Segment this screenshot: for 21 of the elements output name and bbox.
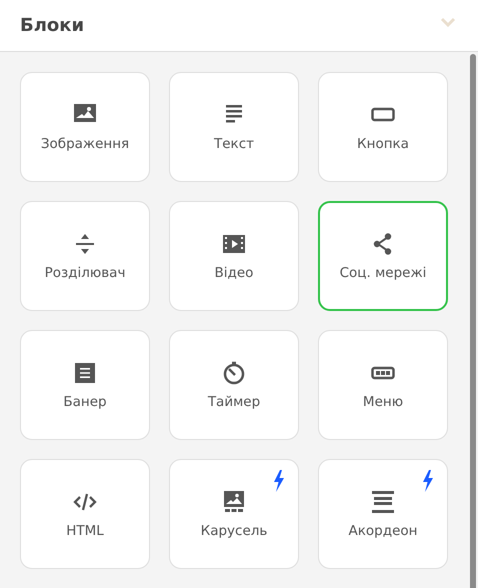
scrollbar[interactable] <box>470 54 476 588</box>
divider-icon <box>73 232 97 256</box>
block-tile[interactable]: Текст <box>169 72 299 182</box>
carousel-icon <box>222 490 246 514</box>
block-tile[interactable]: Відео <box>169 201 299 311</box>
block-tile[interactable]: Зображення <box>20 72 150 182</box>
block-tile[interactable]: HTML <box>20 459 150 569</box>
accordion-icon <box>371 490 395 514</box>
chevron-icon[interactable] <box>440 16 456 26</box>
panel-title: Блоки <box>20 15 84 36</box>
block-tile[interactable]: Соц. мережі <box>318 201 448 311</box>
block-tile[interactable]: Карусель <box>169 459 299 569</box>
block-tile[interactable]: Розділювач <box>20 201 150 311</box>
block-tile[interactable]: Кнопка <box>318 72 448 182</box>
block-tile[interactable]: Акордеон <box>318 459 448 569</box>
stopwatch-icon <box>222 361 246 385</box>
block-tile[interactable]: Меню <box>318 330 448 440</box>
block-tile[interactable]: Банер <box>20 330 150 440</box>
block-tile[interactable]: Таймер <box>169 330 299 440</box>
banner-icon <box>73 361 97 385</box>
film-icon <box>222 232 246 256</box>
